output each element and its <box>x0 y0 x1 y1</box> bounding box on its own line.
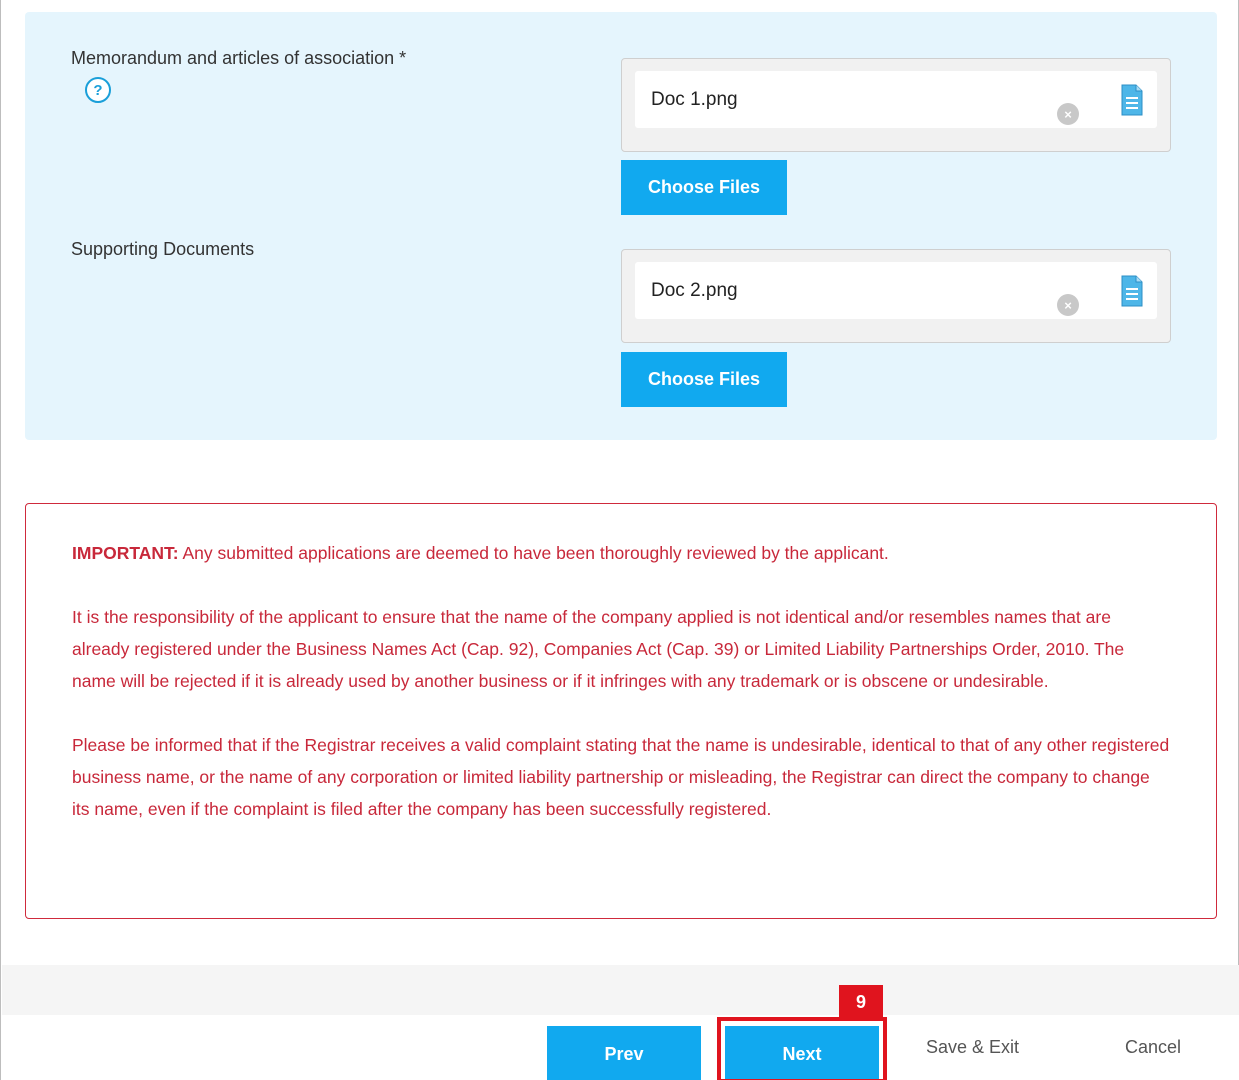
page-frame: Memorandum and articles of association *… <box>0 0 1239 1080</box>
supporting-documents-label: Supporting Documents <box>71 239 255 259</box>
memorandum-label: Memorandum and articles of association * <box>71 48 407 68</box>
question-circle-icon[interactable]: ? <box>85 77 111 103</box>
file-item: Doc 1.png × <box>635 71 1157 128</box>
prev-button[interactable]: Prev <box>547 1026 701 1080</box>
notice-paragraph-2: It is the responsibility of the applican… <box>72 607 1125 691</box>
next-button[interactable]: Next <box>725 1026 879 1080</box>
close-circle-icon[interactable]: × <box>1057 103 1079 125</box>
memorandum-file-list: Doc 1.png × <box>621 58 1171 152</box>
notice-paragraph-3: Please be informed that if the Registrar… <box>72 735 1170 819</box>
cancel-button[interactable]: Cancel <box>1125 1037 1181 1058</box>
close-circle-icon[interactable]: × <box>1057 294 1079 316</box>
wizard-footer: Prev Next Save & Exit Cancel <box>1 1015 1239 1080</box>
footer-separator <box>2 965 1239 1015</box>
important-label: IMPORTANT: <box>72 543 179 563</box>
choose-files-button-memorandum[interactable]: Choose Files <box>621 160 787 215</box>
save-exit-button[interactable]: Save & Exit <box>926 1037 1019 1058</box>
document-icon[interactable] <box>1121 275 1143 307</box>
file-name[interactable]: Doc 1.png <box>651 89 738 111</box>
document-icon[interactable] <box>1121 84 1143 116</box>
choose-files-button-supporting[interactable]: Choose Files <box>621 352 787 407</box>
notice-paragraph-1: IMPORTANT: Any submitted applications ar… <box>72 537 1170 569</box>
supporting-documents-file-list: Doc 2.png × <box>621 249 1171 343</box>
document-upload-panel: Memorandum and articles of association *… <box>25 12 1217 440</box>
important-notice: IMPORTANT: Any submitted applications ar… <box>25 503 1217 919</box>
important-text: Any submitted applications are deemed to… <box>178 543 889 563</box>
file-item: Doc 2.png × <box>635 262 1157 319</box>
file-name[interactable]: Doc 2.png <box>651 280 738 302</box>
step-number-badge: 9 <box>839 985 883 1019</box>
